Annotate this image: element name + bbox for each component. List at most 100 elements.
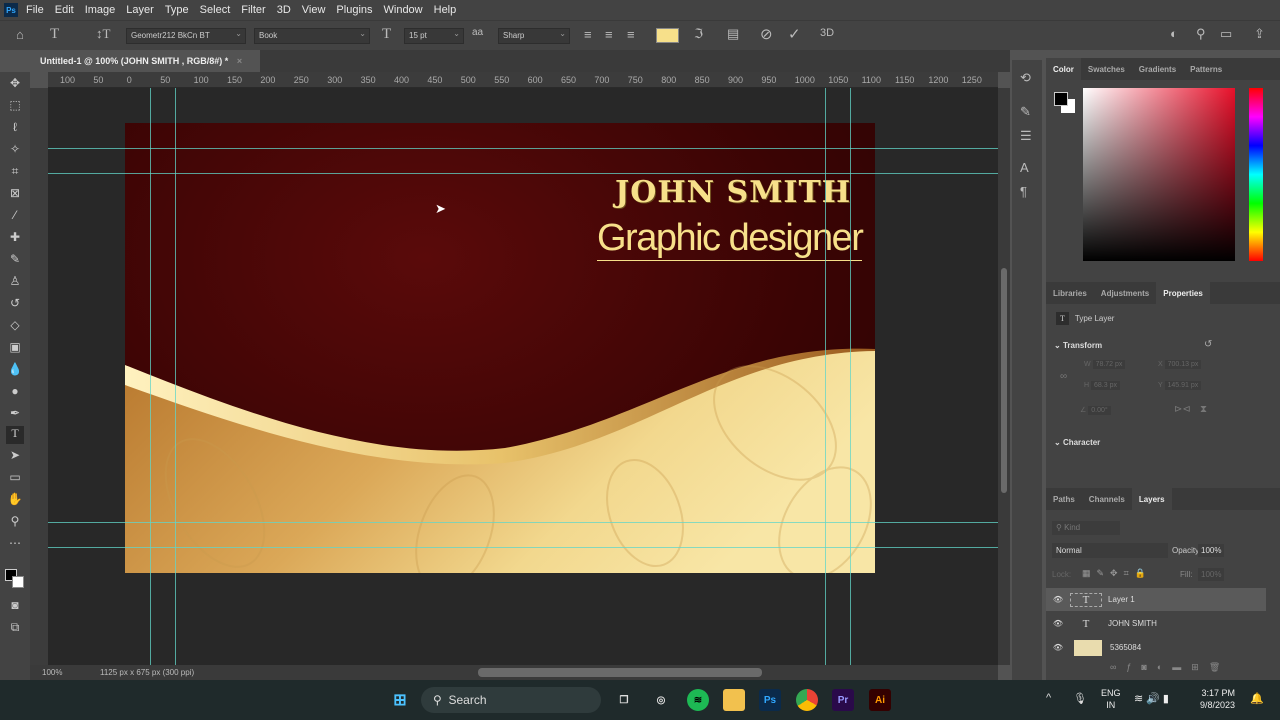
opacity-input[interactable]: 100%	[1198, 544, 1225, 557]
antialias-select[interactable]: Sharp	[498, 28, 570, 44]
link-icon[interactable]: ∞	[1060, 371, 1067, 382]
stamp-tool-icon[interactable]: ♙	[6, 274, 24, 292]
align-center-icon[interactable]: ≡	[605, 27, 613, 42]
crop-tool-icon[interactable]: ⌗	[6, 164, 24, 182]
close-tab-icon[interactable]: ×	[237, 56, 242, 66]
history-panel-icon[interactable]: ⟲	[1020, 70, 1031, 86]
lock-icons[interactable]: ▦✎✥⌗🔒	[1082, 568, 1152, 579]
tab-patterns[interactable]: Patterns	[1183, 58, 1229, 80]
tab-channels[interactable]: Channels	[1082, 488, 1132, 510]
taskbar-search[interactable]: ⚲ Search	[421, 687, 601, 713]
notification-bell-icon[interactable]: 🔔	[1250, 692, 1264, 705]
pen-tool-icon[interactable]: ✒	[6, 406, 24, 424]
menu-image[interactable]: Image	[85, 4, 116, 16]
more-tools-icon[interactable]: ⋯	[6, 536, 24, 554]
cancel-icon[interactable]: ⊘	[760, 25, 773, 43]
width-field[interactable]: W 78.72 px	[1084, 360, 1126, 369]
font-size-select[interactable]: 15 pt	[404, 28, 464, 44]
3d-icon[interactable]: 3D	[820, 27, 834, 39]
angle-field[interactable]: ∠ 0.00°	[1080, 406, 1111, 415]
blur-tool-icon[interactable]: 💧	[6, 362, 24, 380]
menu-plugins[interactable]: Plugins	[336, 4, 372, 16]
brush-settings-icon[interactable]: ✎	[1020, 104, 1031, 120]
photoshop-taskbar-icon[interactable]: Ps	[759, 689, 781, 711]
align-left-icon[interactable]: ≡	[584, 27, 592, 42]
microphone-icon[interactable]: 🎙	[1073, 692, 1087, 705]
visibility-eye-icon[interactable]: 👁	[1046, 619, 1070, 628]
system-tray-icons[interactable]: ≋🔊▮	[1134, 692, 1172, 705]
hue-slider[interactable]	[1249, 88, 1263, 261]
zoom-level[interactable]: 100%	[42, 668, 62, 677]
premiere-icon[interactable]: Pr	[832, 689, 854, 711]
y-field[interactable]: Y 145.91 px	[1158, 381, 1202, 390]
canvas-area[interactable]: JOHN SMITH Graphic designer ➤	[48, 88, 998, 665]
marquee-tool-icon[interactable]: ⬚	[6, 98, 24, 116]
document-info[interactable]: 1125 px x 675 px (300 ppi)	[100, 668, 194, 677]
flip-vertical-icon[interactable]: ⧗	[1200, 404, 1207, 415]
document-tab[interactable]: Untitled-1 @ 100% (JOHN SMITH , RGB/8#) …	[30, 50, 260, 72]
layer-filter-input[interactable]: ⚲ Kind	[1052, 521, 1120, 535]
visibility-eye-icon[interactable]: 👁	[1046, 643, 1070, 652]
guide-horizontal[interactable]	[48, 148, 998, 149]
screen-mode-icon[interactable]: ⧉	[6, 620, 24, 638]
layer-name[interactable]: JOHN SMITH	[1108, 619, 1157, 628]
menu-view[interactable]: View	[302, 4, 326, 16]
layer-name[interactable]: 5365084	[1110, 643, 1141, 652]
healing-brush-icon[interactable]: ✚	[6, 230, 24, 248]
layer-row[interactable]: 👁 T Layer 1	[1046, 588, 1266, 611]
vertical-scrollbar[interactable]	[998, 88, 1010, 665]
move-tool-icon[interactable]: ✥	[6, 76, 24, 94]
clock[interactable]: 3:17 PM 9/8/2023	[1200, 687, 1235, 711]
menu-type[interactable]: Type	[165, 4, 189, 16]
layer-name[interactable]: Layer 1	[1108, 595, 1135, 604]
tab-swatches[interactable]: Swatches	[1081, 58, 1132, 80]
share-icon[interactable]: ⇪	[1254, 26, 1265, 42]
foreground-color-chip[interactable]	[1054, 92, 1068, 106]
horizontal-scrollbar[interactable]	[478, 668, 762, 677]
business-card-artboard[interactable]: JOHN SMITH Graphic designer	[125, 123, 875, 573]
character-section[interactable]: ⌄ Character	[1054, 438, 1100, 447]
dodge-tool-icon[interactable]: ●	[6, 384, 24, 402]
show-hidden-icons[interactable]: ^	[1046, 692, 1051, 704]
hand-tool-icon[interactable]: ✋	[6, 492, 24, 510]
commit-check-icon[interactable]: ✓	[788, 25, 801, 43]
adjust-icon[interactable]: ☰	[1020, 128, 1032, 144]
layer-row[interactable]: 👁 T JOHN SMITH	[1046, 612, 1266, 635]
guide-horizontal[interactable]	[48, 547, 998, 548]
type-tool-icon[interactable]: T	[6, 426, 24, 444]
illustrator-icon[interactable]: Ai	[869, 689, 891, 711]
menu-window[interactable]: Window	[384, 4, 423, 16]
reset-transform-icon[interactable]: ↺	[1204, 339, 1212, 350]
menu-edit[interactable]: Edit	[55, 4, 74, 16]
guide-horizontal[interactable]	[48, 522, 998, 523]
font-style-select[interactable]: Book	[254, 28, 370, 44]
menu-3d[interactable]: 3D	[277, 4, 291, 16]
paragraph-icon[interactable]: ¶	[1020, 184, 1027, 199]
menu-select[interactable]: Select	[200, 4, 231, 16]
x-field[interactable]: X 700.13 px	[1158, 360, 1202, 369]
menu-help[interactable]: Help	[434, 4, 457, 16]
guide-vertical[interactable]	[175, 88, 176, 665]
tab-layers[interactable]: Layers	[1131, 488, 1172, 510]
visibility-eye-icon[interactable]: 👁	[1046, 595, 1070, 604]
guide-horizontal[interactable]	[48, 173, 998, 174]
warp-text-icon[interactable]: ℑ	[694, 26, 703, 42]
type-tool-icon[interactable]: T	[50, 26, 59, 43]
flip-horizontal-icon[interactable]: ⊳⊲	[1174, 404, 1191, 415]
guide-vertical[interactable]	[825, 88, 826, 665]
eraser-tool-icon[interactable]: ◇	[6, 318, 24, 336]
fill-input[interactable]: 100%	[1198, 568, 1225, 581]
layer-row[interactable]: 👁 5365084	[1046, 636, 1266, 659]
brush-tool-icon[interactable]: ✎	[6, 252, 24, 270]
guide-vertical[interactable]	[150, 88, 151, 665]
spotify-icon[interactable]: ≋	[687, 689, 709, 711]
windows-start-icon[interactable]: ⊞	[389, 689, 411, 711]
learn-icon[interactable]: ◐	[1170, 26, 1178, 41]
transform-section[interactable]: ⌄ Transform	[1054, 341, 1102, 350]
background-color-swatch[interactable]	[12, 576, 24, 588]
align-right-icon[interactable]: ≡	[627, 27, 635, 42]
card-name-text[interactable]: JOHN SMITH	[615, 175, 851, 210]
color-picker-field[interactable]	[1083, 88, 1235, 261]
blend-mode-select[interactable]: Normal	[1052, 543, 1168, 558]
zoom-tool-icon[interactable]: ⚲	[6, 514, 24, 532]
